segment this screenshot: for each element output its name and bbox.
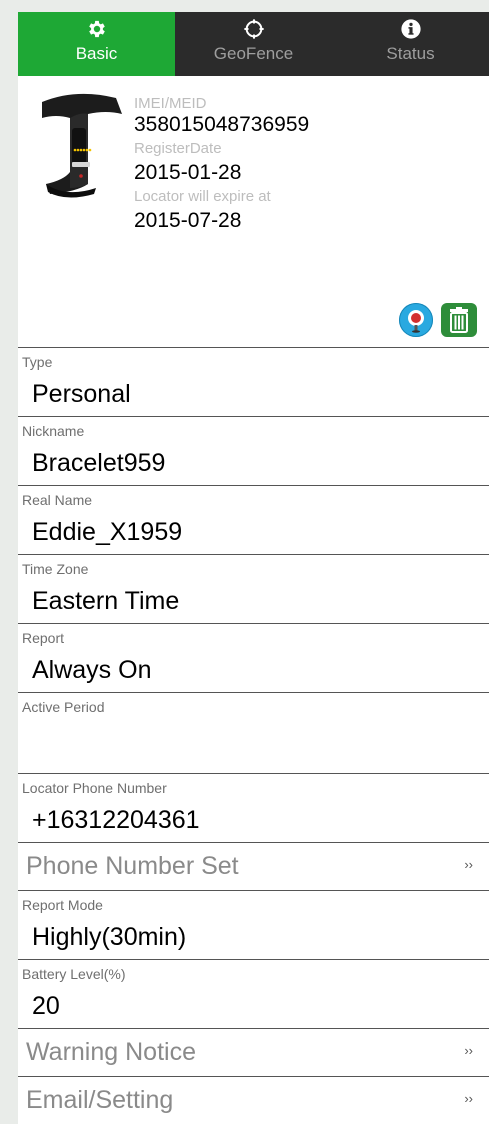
tab-geofence-label: GeoFence xyxy=(213,44,294,63)
field-report-mode[interactable]: Report Mode Highly(30min) xyxy=(18,891,489,960)
time-zone-label: Time Zone xyxy=(22,561,89,577)
field-locator-phone[interactable]: Locator Phone Number +16312204361 xyxy=(18,774,489,843)
chevron-right-icon: ›› xyxy=(464,1043,473,1058)
nickname-value: Bracelet959 xyxy=(32,449,166,477)
field-report[interactable]: Report Always On xyxy=(18,624,489,693)
field-real-name[interactable]: Real Name Eddie_X1959 xyxy=(18,486,489,555)
type-value: Personal xyxy=(32,380,131,408)
field-battery[interactable]: Battery Level(%) 20 xyxy=(18,960,489,1029)
tab-bar: Basic GeoFence Status xyxy=(18,12,489,76)
device-info: IMEI/MEID 358015048736959 RegisterDate 2… xyxy=(134,94,474,232)
battery-value: 20 xyxy=(32,992,60,1020)
register-date-value: 2015-01-28 xyxy=(134,161,242,184)
tab-status[interactable]: Status xyxy=(332,12,489,76)
type-label: Type xyxy=(22,354,53,370)
locator-phone-label: Locator Phone Number xyxy=(22,780,167,796)
time-zone-value: Eastern Time xyxy=(32,587,180,615)
expire-label: Locator will expire at xyxy=(134,188,271,205)
field-nickname[interactable]: Nickname Bracelet959 xyxy=(18,417,489,486)
device-actions xyxy=(399,303,477,337)
field-time-zone[interactable]: Time Zone Eastern Time xyxy=(18,555,489,624)
nickname-label: Nickname xyxy=(22,423,85,439)
imei-value: 358015048736959 xyxy=(134,113,310,136)
active-period-label: Active Period xyxy=(22,699,105,715)
bracelet-image xyxy=(42,93,122,198)
active-period-value xyxy=(18,716,489,724)
email-setting-row[interactable]: Email/Setting ›› xyxy=(18,1077,489,1124)
app-screen: Basic GeoFence Status IMEI/MEID 35801504… xyxy=(18,12,489,1124)
email-setting-label: Email/Setting xyxy=(26,1086,174,1114)
field-active-period[interactable]: Active Period xyxy=(18,693,489,774)
phone-number-set-label: Phone Number Set xyxy=(26,852,239,880)
tab-status-label: Status xyxy=(386,44,435,63)
gear-icon xyxy=(88,20,105,38)
crosshair-icon xyxy=(243,19,264,39)
chevron-right-icon: ›› xyxy=(464,1091,473,1106)
expire-date-value: 2015-07-28 xyxy=(134,209,242,232)
warning-notice-label: Warning Notice xyxy=(26,1038,196,1066)
device-header: IMEI/MEID 358015048736959 RegisterDate 2… xyxy=(18,76,489,348)
real-name-label: Real Name xyxy=(22,492,93,508)
battery-label: Battery Level(%) xyxy=(22,966,126,982)
report-mode-label: Report Mode xyxy=(22,897,103,913)
report-label: Report xyxy=(22,630,65,646)
phone-number-set-row[interactable]: Phone Number Set ›› xyxy=(18,843,489,891)
chevron-right-icon: ›› xyxy=(464,857,473,872)
info-icon xyxy=(400,19,421,39)
tab-basic-label: Basic xyxy=(75,44,118,63)
field-type[interactable]: Type Personal xyxy=(18,348,489,417)
trash-icon xyxy=(450,307,468,333)
report-value: Always On xyxy=(32,656,152,684)
delete-button[interactable] xyxy=(441,303,477,337)
real-name-value: Eddie_X1959 xyxy=(32,518,183,546)
tab-geofence[interactable]: GeoFence xyxy=(175,12,332,76)
imei-label: IMEI/MEID xyxy=(134,95,207,112)
locator-phone-value: +16312204361 xyxy=(32,806,200,834)
tab-basic[interactable]: Basic xyxy=(18,12,175,76)
locate-button[interactable] xyxy=(399,303,433,337)
report-mode-value: Highly(30min) xyxy=(32,923,187,951)
locate-pin-icon xyxy=(408,310,424,333)
warning-notice-row[interactable]: Warning Notice ›› xyxy=(18,1029,489,1077)
register-date-label: RegisterDate xyxy=(134,140,222,157)
